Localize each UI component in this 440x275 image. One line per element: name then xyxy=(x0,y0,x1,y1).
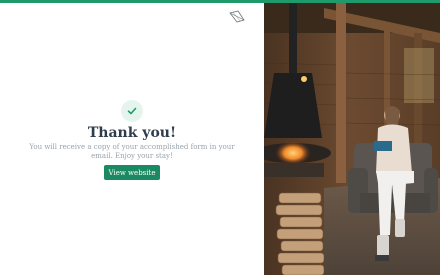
page-title: Thank you! xyxy=(87,125,177,141)
cabin-fireplace-photo xyxy=(264,3,440,275)
view-website-button[interactable]: View website xyxy=(104,165,160,180)
leaf-logo-icon xyxy=(229,10,245,23)
success-badge xyxy=(121,100,143,122)
check-icon xyxy=(127,107,137,115)
confirmation-message: You will receive a copy of your accompli… xyxy=(29,143,235,160)
